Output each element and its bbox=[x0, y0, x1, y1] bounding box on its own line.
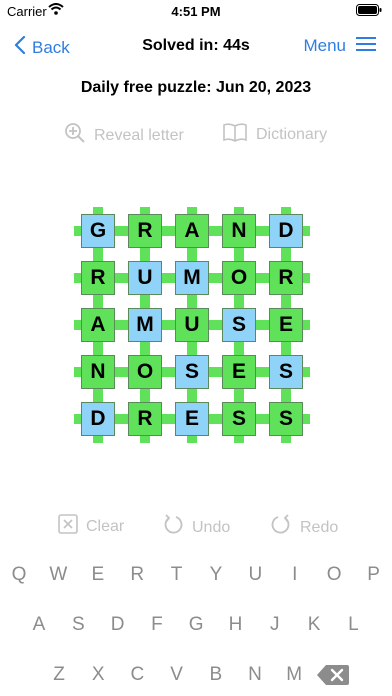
clear-button[interactable]: Clear bbox=[58, 514, 124, 539]
reveal-letter-label: Reveal letter bbox=[94, 126, 184, 144]
undo-label: Undo bbox=[192, 518, 231, 536]
key-u[interactable]: U bbox=[240, 564, 270, 586]
letter-tile[interactable]: S bbox=[222, 402, 256, 436]
status-bar: Carrier 4:51 PM bbox=[0, 0, 392, 22]
key-l[interactable]: L bbox=[338, 614, 368, 636]
key-w[interactable]: W bbox=[43, 564, 73, 586]
nav-bar: Back Solved in: 44s Menu bbox=[0, 30, 392, 60]
magnifier-plus-icon bbox=[64, 122, 86, 149]
letter-tile[interactable]: O bbox=[128, 355, 162, 389]
key-i[interactable]: I bbox=[280, 564, 310, 586]
letter-tile[interactable]: S bbox=[269, 355, 303, 389]
key-e[interactable]: E bbox=[83, 564, 113, 586]
letter-tile[interactable]: M bbox=[128, 308, 162, 342]
key-k[interactable]: K bbox=[299, 614, 329, 636]
letter-tile[interactable]: E bbox=[175, 402, 209, 436]
reveal-letter-button[interactable]: Reveal letter bbox=[64, 122, 184, 149]
key-m[interactable]: M bbox=[279, 664, 309, 686]
letter-tile[interactable]: E bbox=[269, 308, 303, 342]
letter-tile[interactable]: U bbox=[128, 261, 162, 295]
letter-tile[interactable]: U bbox=[175, 308, 209, 342]
key-g[interactable]: G bbox=[181, 614, 211, 636]
key-o[interactable]: O bbox=[319, 564, 349, 586]
letter-tile[interactable]: A bbox=[81, 308, 115, 342]
key-h[interactable]: H bbox=[221, 614, 251, 636]
menu-label: Menu bbox=[303, 36, 346, 55]
clear-label: Clear bbox=[86, 517, 125, 535]
dictionary-label: Dictionary bbox=[256, 125, 328, 143]
key-z[interactable]: Z bbox=[44, 664, 74, 686]
key-b[interactable]: B bbox=[201, 664, 231, 686]
backspace-key[interactable] bbox=[316, 664, 350, 686]
letter-tile[interactable]: E bbox=[222, 355, 256, 389]
letter-tile[interactable]: N bbox=[81, 355, 115, 389]
redo-label: Redo bbox=[300, 518, 339, 536]
keyboard: QWERTYUIOP ASDFGHJKL ZXCVBNM bbox=[0, 556, 392, 696]
book-icon bbox=[222, 122, 248, 147]
key-c[interactable]: C bbox=[122, 664, 152, 686]
letter-tile[interactable]: S bbox=[222, 308, 256, 342]
letter-tile[interactable]: R bbox=[128, 214, 162, 248]
key-q[interactable]: Q bbox=[4, 564, 34, 586]
dictionary-button[interactable]: Dictionary bbox=[222, 122, 327, 147]
key-a[interactable]: A bbox=[24, 614, 54, 636]
letter-tile[interactable]: A bbox=[175, 214, 209, 248]
letter-tile[interactable]: N bbox=[222, 214, 256, 248]
letter-tile[interactable]: M bbox=[175, 261, 209, 295]
key-f[interactable]: F bbox=[142, 614, 172, 636]
key-p[interactable]: P bbox=[359, 564, 389, 586]
letter-tile[interactable]: R bbox=[81, 261, 115, 295]
undo-button[interactable]: Undo bbox=[162, 514, 230, 541]
status-time: 4:51 PM bbox=[171, 4, 221, 19]
key-j[interactable]: J bbox=[260, 614, 290, 636]
key-t[interactable]: T bbox=[162, 564, 192, 586]
letter-tile[interactable]: S bbox=[175, 355, 209, 389]
key-r[interactable]: R bbox=[122, 564, 152, 586]
letter-tile[interactable]: G bbox=[81, 214, 115, 248]
letter-tile[interactable]: O bbox=[222, 261, 256, 295]
redo-icon bbox=[270, 514, 292, 541]
hamburger-icon bbox=[356, 36, 376, 56]
key-s[interactable]: S bbox=[63, 614, 93, 636]
letter-tile[interactable]: D bbox=[269, 214, 303, 248]
letter-tile[interactable]: R bbox=[269, 261, 303, 295]
menu-button[interactable]: Menu bbox=[303, 36, 376, 56]
puzzle-board: GRANDRUMORAMUSENOSESDRESS bbox=[74, 207, 322, 443]
redo-button[interactable]: Redo bbox=[270, 514, 338, 541]
letter-tile[interactable]: S bbox=[269, 402, 303, 436]
letter-tile[interactable]: R bbox=[128, 402, 162, 436]
key-y[interactable]: Y bbox=[201, 564, 231, 586]
undo-icon bbox=[162, 514, 184, 541]
letter-tile[interactable]: D bbox=[81, 402, 115, 436]
key-d[interactable]: D bbox=[103, 614, 133, 636]
key-n[interactable]: N bbox=[240, 664, 270, 686]
key-x[interactable]: X bbox=[83, 664, 113, 686]
clear-icon bbox=[58, 514, 78, 539]
key-v[interactable]: V bbox=[162, 664, 192, 686]
battery-icon bbox=[356, 4, 382, 19]
puzzle-date: Daily free puzzle: Jun 20, 2023 bbox=[80, 79, 312, 96]
